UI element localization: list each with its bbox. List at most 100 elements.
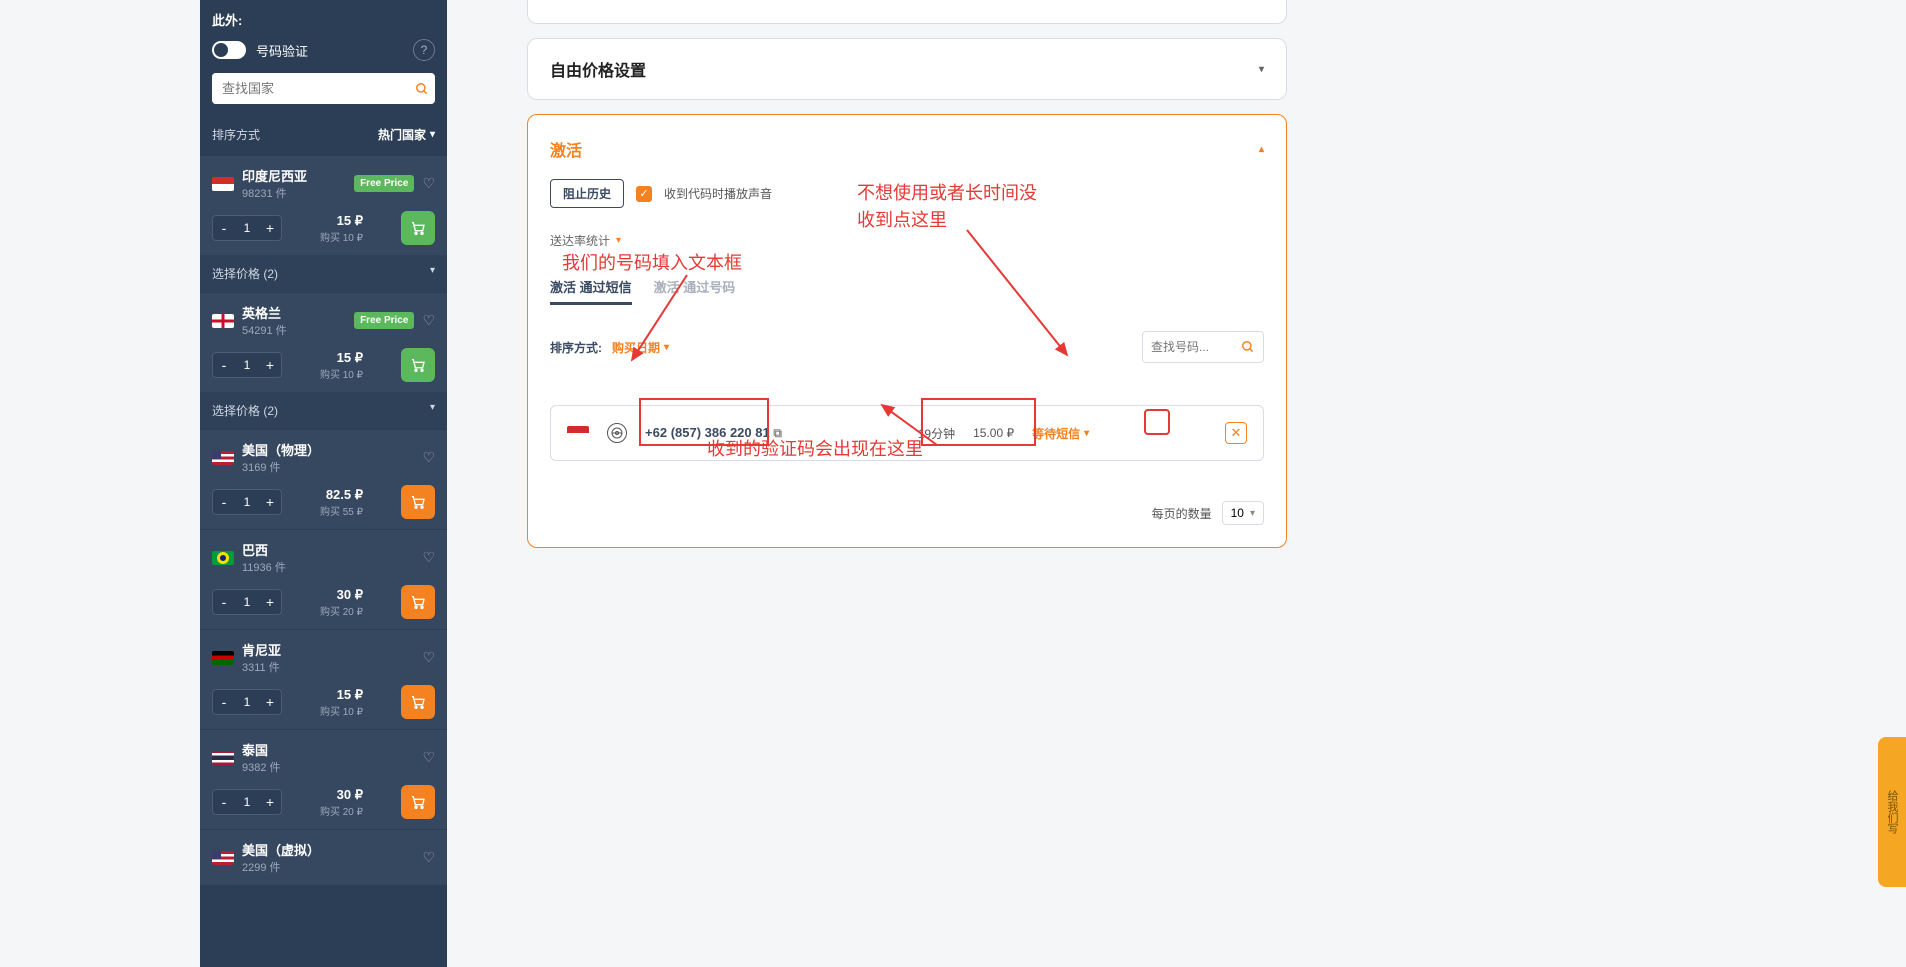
heart-icon[interactable]: ♡ bbox=[422, 312, 435, 329]
country-card[interactable]: 肯尼亚3311 件 ♡ -1+ 15 ₽购买 10 ₽ bbox=[200, 629, 447, 729]
qty-minus[interactable]: - bbox=[213, 353, 235, 377]
sort2-label: 排序方式: bbox=[550, 339, 602, 356]
sort2-select[interactable]: 购买日期 ▾ bbox=[612, 339, 669, 356]
free-price-badge: Free Price bbox=[354, 312, 414, 329]
annotation-1: 我们的号码填入文本框 bbox=[562, 249, 742, 275]
country-count: 2299 件 bbox=[242, 859, 320, 875]
heart-icon[interactable]: ♡ bbox=[422, 849, 435, 866]
per-page-select[interactable]: 10 ▾ bbox=[1222, 501, 1264, 525]
search-icon[interactable] bbox=[408, 73, 435, 104]
search-icon[interactable] bbox=[1233, 332, 1263, 362]
chevron-down-icon[interactable]: ▾ bbox=[1259, 64, 1264, 75]
qty-minus[interactable]: - bbox=[213, 490, 235, 514]
country-card[interactable]: 美国（物理）3169 件♡-1+82.5 ₽购买 55 ₽ bbox=[200, 429, 447, 529]
buy-for: 购买 10 ₽ bbox=[320, 703, 363, 718]
qty-plus[interactable]: + bbox=[259, 216, 281, 240]
quantity-stepper[interactable]: -1+ bbox=[212, 489, 282, 515]
heart-icon[interactable]: ♡ bbox=[422, 749, 435, 766]
select-price-row[interactable]: 选择价格 (2)▾ bbox=[200, 392, 447, 429]
qty-plus[interactable]: + bbox=[259, 690, 281, 714]
free-price-panel: 自由价格设置 ▾ bbox=[527, 38, 1287, 100]
country-card[interactable]: 印度尼西亚98231 件Free Price♡-1+15 ₽购买 10 ₽ bbox=[200, 155, 447, 255]
country-count: 98231 件 bbox=[242, 185, 307, 201]
qty-value: 1 bbox=[235, 495, 259, 509]
qty-value: 1 bbox=[235, 221, 259, 235]
verify-toggle[interactable] bbox=[212, 41, 246, 59]
panel-title: 自由价格设置 bbox=[550, 57, 646, 81]
heart-icon[interactable]: ♡ bbox=[422, 649, 435, 666]
flag-icon bbox=[212, 851, 234, 865]
price: 15 ₽ bbox=[320, 213, 363, 229]
quantity-stepper[interactable]: -1+ bbox=[212, 689, 282, 715]
wait-sms-status[interactable]: 等待短信 ▾ bbox=[1032, 425, 1089, 442]
qty-minus[interactable]: - bbox=[213, 690, 235, 714]
country-card[interactable]: 美国（虚拟）2299 件♡ bbox=[200, 829, 447, 885]
buy-for: 购买 10 ₽ bbox=[320, 366, 363, 381]
buy-button[interactable] bbox=[401, 685, 435, 719]
country-count: 3311 件 bbox=[242, 659, 281, 675]
country-search-input[interactable] bbox=[212, 73, 408, 104]
select-price-row[interactable]: 选择价格 (2)▾ bbox=[200, 255, 447, 292]
cancel-button[interactable]: ✕ bbox=[1225, 422, 1247, 444]
chevron-up-icon[interactable]: ▴ bbox=[1259, 144, 1264, 155]
country-count: 11936 件 bbox=[242, 559, 286, 575]
verify-toggle-label: 号码验证 bbox=[256, 41, 308, 60]
quantity-stepper[interactable]: -1+ bbox=[212, 789, 282, 815]
qty-plus[interactable]: + bbox=[259, 790, 281, 814]
country-card[interactable]: 英格兰54291 件Free Price♡-1+15 ₽购买 10 ₽ bbox=[200, 292, 447, 392]
delivery-stats-link[interactable]: 送达率统计 ▾ bbox=[550, 232, 1264, 249]
buy-button[interactable] bbox=[401, 348, 435, 382]
sidebar: 此外: 号码验证 ? 排序方式 热门国家 ▾ 印度尼西亚98231 件Free … bbox=[200, 0, 447, 967]
qty-plus[interactable]: + bbox=[259, 353, 281, 377]
flag-icon bbox=[212, 177, 234, 191]
play-sound-checkbox[interactable]: ✓ bbox=[636, 186, 652, 202]
buy-button[interactable] bbox=[401, 585, 435, 619]
qty-value: 1 bbox=[235, 358, 259, 372]
flag-icon bbox=[212, 651, 234, 665]
country-count: 3169 件 bbox=[242, 459, 320, 475]
tab-number[interactable]: 激活 通过号码 bbox=[654, 277, 736, 305]
qty-plus[interactable]: + bbox=[259, 490, 281, 514]
feedback-tab[interactable]: 给我们写 bbox=[1878, 737, 1906, 887]
phone-number[interactable]: +62 (857) 386 220 81 ⧉ bbox=[645, 425, 782, 441]
help-icon[interactable]: ? bbox=[413, 39, 435, 61]
country-name: 泰国 bbox=[242, 740, 281, 759]
flag-icon bbox=[212, 314, 234, 328]
qty-minus[interactable]: - bbox=[213, 590, 235, 614]
price: 15 ₽ bbox=[320, 687, 363, 703]
country-name: 肯尼亚 bbox=[242, 640, 281, 659]
country-name: 英格兰 bbox=[242, 303, 287, 322]
block-history-button[interactable]: 阻止历史 bbox=[550, 179, 624, 208]
country-card[interactable]: 泰国9382 件♡-1+30 ₽购买 20 ₽ bbox=[200, 729, 447, 829]
buy-button[interactable] bbox=[401, 485, 435, 519]
price: 30 ₽ bbox=[320, 787, 363, 803]
qty-plus[interactable]: + bbox=[259, 590, 281, 614]
buy-for: 购买 10 ₽ bbox=[320, 229, 363, 244]
flag-icon bbox=[212, 551, 234, 565]
tab-sms[interactable]: 激活 通过短信 bbox=[550, 277, 632, 305]
heart-icon[interactable]: ♡ bbox=[422, 175, 435, 192]
sort-select[interactable]: 热门国家 ▾ bbox=[378, 126, 435, 143]
activation-row: +62 (857) 386 220 81 ⧉ 19分钟 15.00 ₽ 等待短信… bbox=[550, 405, 1264, 461]
buy-button[interactable] bbox=[401, 211, 435, 245]
buy-button[interactable] bbox=[401, 785, 435, 819]
heart-icon[interactable]: ♡ bbox=[422, 549, 435, 566]
quantity-stepper[interactable]: -1+ bbox=[212, 589, 282, 615]
copy-icon[interactable]: ⧉ bbox=[773, 426, 782, 440]
quantity-stepper[interactable]: -1+ bbox=[212, 215, 282, 241]
timer: 19分钟 bbox=[918, 425, 955, 442]
qty-minus[interactable]: - bbox=[213, 790, 235, 814]
annotation-2: 不想使用或者长时间没收到点这里 bbox=[857, 180, 1047, 234]
country-card[interactable]: 巴西11936 件♡-1+30 ₽购买 20 ₽ bbox=[200, 529, 447, 629]
row-price: 15.00 ₽ bbox=[973, 426, 1014, 440]
per-page-label: 每页的数量 bbox=[1152, 505, 1212, 522]
flag-icon bbox=[212, 451, 234, 465]
country-name: 巴西 bbox=[242, 540, 286, 559]
buy-for: 购买 55 ₽ bbox=[320, 503, 363, 518]
heart-icon[interactable]: ♡ bbox=[422, 449, 435, 466]
country-search[interactable] bbox=[212, 73, 435, 104]
buy-for: 购买 20 ₽ bbox=[320, 603, 363, 618]
quantity-stepper[interactable]: -1+ bbox=[212, 352, 282, 378]
number-search-input[interactable] bbox=[1143, 334, 1233, 360]
qty-minus[interactable]: - bbox=[213, 216, 235, 240]
